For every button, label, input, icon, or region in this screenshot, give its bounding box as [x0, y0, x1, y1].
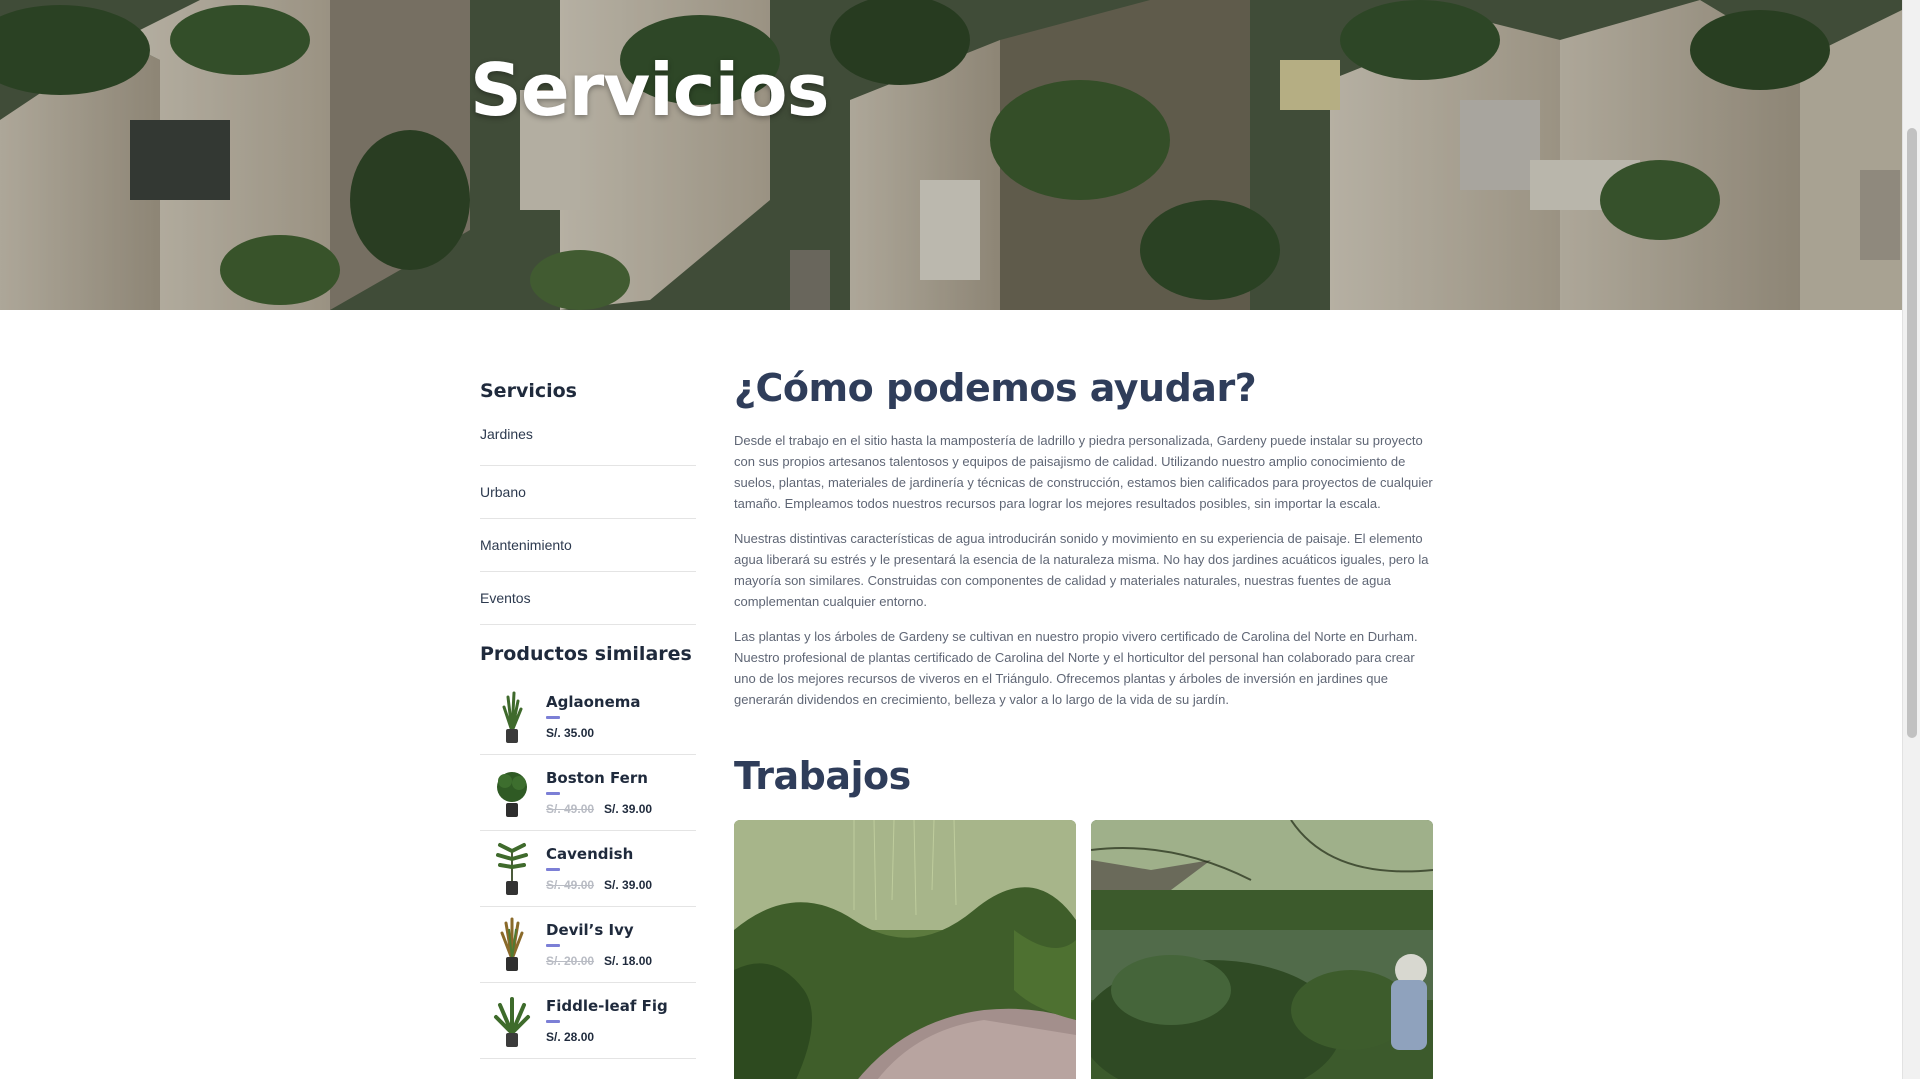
hero-image: [0, 0, 1902, 310]
product-name: Cavendish: [546, 845, 634, 863]
products-list: Aglaonema S/. 35.00 Boston Fern S/. 49.0…: [480, 679, 696, 1059]
products-heading: Productos similares: [480, 643, 692, 665]
product-price: S/. 39.00: [604, 802, 653, 816]
product-name: Boston Fern: [546, 769, 648, 787]
product-price: S/. 35.00: [546, 726, 595, 740]
product-old-price: S/. 49.00: [546, 878, 595, 892]
service-link-eventos[interactable]: Eventos: [480, 572, 696, 625]
product-old-price: S/. 49.00: [546, 802, 595, 816]
service-link-urbano[interactable]: Urbano: [480, 466, 696, 519]
hero-banner: Servicios: [0, 0, 1902, 310]
product-accent-bar: [546, 944, 560, 947]
plant-icon: [496, 842, 528, 895]
product-price: S/. 39.00: [604, 878, 653, 892]
work-image[interactable]: [1091, 820, 1433, 1079]
main-content: ¿Cómo podemos ayudar? Desde el trabajo e…: [734, 366, 1434, 1079]
services-heading: Servicios: [480, 380, 577, 402]
section-title-works: Trabajos: [734, 754, 911, 798]
works-gallery: [734, 820, 1434, 1079]
page-scrollbar[interactable]: [1902, 0, 1920, 1079]
service-link-jardines[interactable]: Jardines: [480, 426, 696, 466]
product-item[interactable]: Devil’s Ivy S/. 20.00 S/. 18.00: [480, 907, 696, 983]
product-name: Aglaonema: [546, 693, 641, 711]
section-title-help: ¿Cómo podemos ayudar?: [734, 366, 1257, 410]
product-item[interactable]: Boston Fern S/. 49.00 S/. 39.00: [480, 755, 696, 831]
work-image[interactable]: [734, 820, 1076, 1079]
plant-icon: [497, 771, 527, 817]
sidebar: Servicios Jardines Urbano Mantenimiento …: [480, 380, 696, 1059]
product-item[interactable]: Fiddle-leaf Fig S/. 28.00: [480, 983, 696, 1059]
product-accent-bar: [546, 1020, 560, 1023]
services-list: Jardines Urbano Mantenimiento Eventos: [480, 426, 696, 625]
product-item[interactable]: Aglaonema S/. 35.00: [480, 679, 696, 755]
paragraph: Las plantas y los árboles de Gardeny se …: [734, 629, 1418, 707]
product-accent-bar: [546, 868, 560, 871]
product-price: S/. 28.00: [546, 1030, 595, 1044]
product-price: S/. 18.00: [604, 954, 653, 968]
service-link-mantenimiento[interactable]: Mantenimiento: [480, 519, 696, 572]
product-old-price: S/. 20.00: [546, 954, 595, 968]
paragraph: Nuestras distintivas características de …: [734, 531, 1429, 609]
page-title: Servicios: [470, 48, 829, 132]
product-accent-bar: [546, 792, 560, 795]
product-accent-bar: [546, 716, 560, 719]
product-name: Fiddle-leaf Fig: [546, 997, 668, 1015]
plant-icon: [500, 917, 524, 971]
plant-icon: [494, 996, 530, 1047]
plant-icon: [502, 691, 523, 743]
scrollbar-thumb[interactable]: [1907, 128, 1917, 738]
product-item[interactable]: Cavendish S/. 49.00 S/. 39.00: [480, 831, 696, 907]
paragraph: Desde el trabajo en el sitio hasta la ma…: [734, 433, 1433, 511]
product-name: Devil’s Ivy: [546, 921, 634, 939]
